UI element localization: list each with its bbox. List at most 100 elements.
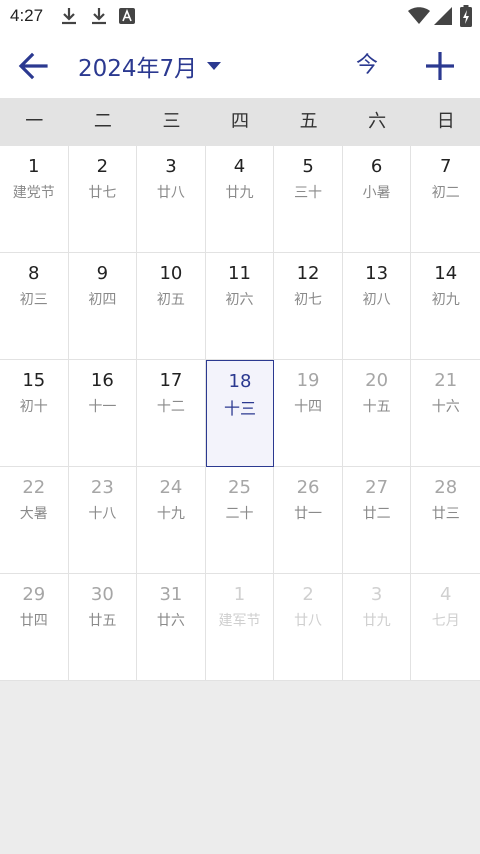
day-cell[interactable]: 5 三十 (274, 146, 343, 253)
day-cell[interactable]: 20 十五 (342, 360, 412, 467)
lunar-date: 廿二 (362, 506, 391, 522)
day-cell[interactable]: 1 建党节 (0, 146, 69, 253)
lunar-date: 十五 (362, 399, 391, 415)
day-number: 16 (90, 370, 114, 391)
lunar-date: 廿五 (88, 613, 117, 629)
lunar-date: 七月 (431, 613, 460, 629)
month-selector[interactable]: 2024年7月 (78, 50, 222, 82)
day-cell[interactable]: 1 建军节 (205, 574, 275, 681)
lunar-date: 大暑 (19, 506, 48, 522)
day-cell[interactable]: 6 小暑 (342, 146, 412, 253)
day-cell[interactable]: 23 十八 (68, 467, 138, 574)
today-button[interactable]: 今 (346, 50, 388, 82)
day-cell[interactable]: 12 初七 (274, 253, 343, 360)
day-number: 13 (365, 263, 389, 284)
day-number: 9 (96, 263, 109, 284)
day-cell[interactable]: 7 初二 (411, 146, 480, 253)
day-cell[interactable]: 24 十九 (137, 467, 206, 574)
day-cell[interactable]: 11 初六 (205, 253, 275, 360)
day-cell[interactable]: 4 七月 (411, 574, 480, 681)
day-cell[interactable]: 19 十四 (274, 360, 343, 467)
day-cell[interactable]: 16 十一 (68, 360, 138, 467)
day-number: 19 (296, 370, 320, 391)
back-button[interactable] (14, 48, 52, 84)
lunar-date: 初二 (431, 185, 460, 201)
day-number: 24 (159, 477, 183, 498)
lunar-date: 二十 (225, 506, 254, 522)
day-number: 20 (365, 370, 389, 391)
day-cell[interactable]: 27 廿二 (342, 467, 412, 574)
day-cell[interactable]: 17 十二 (137, 360, 206, 467)
weekday-label: 日 (436, 111, 455, 132)
weekday-label: 一 (25, 111, 44, 132)
day-cell[interactable]: 13 初八 (342, 253, 412, 360)
day-number: 8 (28, 263, 40, 284)
arrow-left-icon (18, 52, 48, 80)
lunar-date: 初十 (19, 399, 48, 415)
day-number: 26 (296, 477, 320, 498)
weekday-label: 六 (368, 111, 387, 132)
day-cell[interactable]: 28 廿三 (411, 467, 480, 574)
day-cell[interactable]: 25 二十 (205, 467, 275, 574)
lunar-date: 十一 (88, 399, 117, 415)
day-number: 31 (159, 584, 183, 605)
lunar-date: 十二 (156, 399, 185, 415)
day-number: 4 (439, 584, 452, 605)
app-notification-icon (119, 8, 135, 28)
dropdown-caret-icon (207, 62, 222, 70)
lunar-date: 小暑 (362, 185, 391, 201)
day-cell[interactable]: 31 廿六 (137, 574, 206, 681)
day-cell[interactable]: 26 廿一 (274, 467, 343, 574)
day-cell[interactable]: 3 廿八 (137, 146, 206, 253)
download-icon (60, 6, 78, 30)
day-cell[interactable]: 29 廿四 (0, 574, 69, 681)
day-number: 27 (365, 477, 389, 498)
month-title: 2024年7月 (78, 56, 198, 82)
day-number: 14 (434, 263, 458, 284)
lunar-date: 廿四 (19, 613, 48, 629)
lunar-date: 初三 (19, 292, 48, 308)
day-cell[interactable]: 4 廿九 (205, 146, 275, 253)
day-cell[interactable]: 14 初九 (411, 253, 480, 360)
day-number: 5 (302, 156, 314, 177)
lunar-date: 廿六 (156, 613, 185, 629)
day-cell[interactable]: 22 大暑 (0, 467, 69, 574)
day-number: 2 (96, 156, 109, 177)
lunar-date: 廿一 (294, 506, 323, 522)
lunar-date: 廿九 (362, 613, 391, 629)
month-grid: 1 建党节 2 廿七 3 廿八 4 廿九 5 三十 6 小暑 7 初二 8 初三 9 初四 10 初五 11 初六 12 初七… (0, 146, 480, 681)
day-number: 6 (370, 156, 383, 177)
day-cell[interactable]: 9 初四 (68, 253, 138, 360)
battery-charging-icon (460, 5, 472, 31)
lunar-date: 十三 (223, 399, 256, 418)
weekday-label: 五 (299, 111, 318, 132)
day-number: 18 (228, 371, 252, 392)
day-number: 4 (233, 156, 246, 177)
day-cell[interactable]: 2 廿八 (274, 574, 343, 681)
lunar-date: 三十 (294, 185, 323, 201)
add-event-button[interactable] (422, 48, 458, 84)
day-cell[interactable]: 3 廿九 (342, 574, 412, 681)
day-cell-selected[interactable]: 18 十三 (205, 360, 275, 467)
day-cell[interactable]: 8 初三 (0, 253, 69, 360)
day-number: 3 (370, 584, 383, 605)
lunar-date: 廿七 (88, 185, 117, 201)
day-number: 11 (228, 263, 251, 284)
day-number: 30 (90, 584, 114, 605)
lunar-date: 廿八 (294, 613, 323, 629)
day-number: 1 (28, 156, 40, 177)
day-cell[interactable]: 15 初十 (0, 360, 69, 467)
day-cell[interactable]: 21 十六 (411, 360, 480, 467)
day-number: 23 (90, 477, 114, 498)
day-number: 15 (22, 370, 46, 391)
day-number: 3 (165, 156, 177, 177)
weekday-label: 四 (231, 111, 250, 132)
day-cell[interactable]: 30 廿五 (68, 574, 138, 681)
lunar-date: 初四 (88, 292, 117, 308)
download-icon (90, 6, 108, 30)
weekday-header: 一 二 三 四 五 六 日 (0, 98, 480, 146)
day-number: 12 (296, 263, 320, 284)
day-cell[interactable]: 2 廿七 (68, 146, 138, 253)
day-cell[interactable]: 10 初五 (137, 253, 206, 360)
lunar-date: 初九 (431, 292, 460, 308)
